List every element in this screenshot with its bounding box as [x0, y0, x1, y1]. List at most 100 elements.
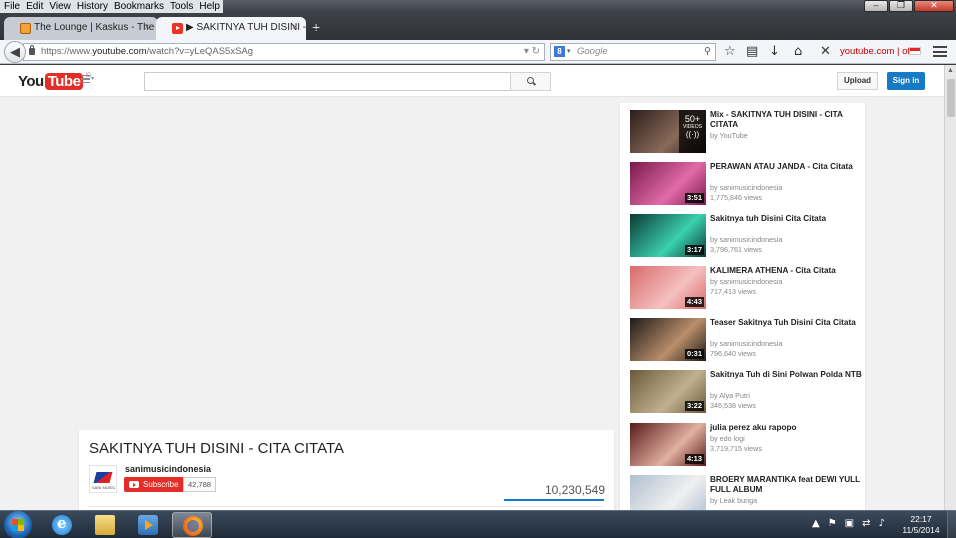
related-video-views: 1,775,846 views — [710, 193, 762, 202]
back-button[interactable]: ◀ — [4, 41, 26, 63]
menu-bar: File Edit View History Bookmarks Tools H… — [0, 0, 223, 13]
subscribe-button[interactable]: Subscribe — [124, 477, 185, 492]
related-video-channel: by edo logi — [710, 434, 745, 443]
related-video-title[interactable]: Teaser Sakitnya Tuh Disini Cita Citata — [710, 318, 862, 328]
start-button[interactable] — [4, 511, 32, 538]
related-video-item[interactable]: 3:51 PERAWAN ATAU JANDA - Cita Citata by s… — [630, 162, 860, 206]
sani-music-logo-icon — [93, 472, 113, 483]
kaskus-favicon-icon — [20, 23, 31, 34]
video-thumbnail[interactable]: 3:51 — [630, 162, 706, 205]
downloads-icon[interactable]: ↓ — [769, 44, 780, 60]
tray-expand-icon[interactable]: ▲ — [812, 518, 820, 529]
tab-close-icon[interactable]: × — [292, 22, 298, 33]
youtube-search-button[interactable] — [510, 72, 551, 91]
search-icon[interactable]: ⚲ — [704, 44, 711, 60]
video-thumbnail[interactable]: 50+ VIDEOS ((·)) — [630, 110, 706, 153]
system-clock[interactable]: 22:17 11/5/2014 — [900, 514, 942, 536]
taskbar-media-player[interactable] — [128, 512, 168, 538]
related-video-title[interactable]: BROERY MARANTIKA feat DEWI YULL FULL ALB… — [710, 475, 862, 495]
guide-menu-icon[interactable] — [81, 75, 90, 83]
minimize-button[interactable]: ‒ — [864, 0, 888, 12]
reload-icon[interactable]: ▾ ↻ — [524, 44, 540, 60]
action-center-flag-icon[interactable]: ⚑ — [828, 518, 837, 529]
video-thumbnail[interactable]: 4:13 — [630, 423, 706, 466]
scroll-up-icon[interactable]: ▲ — [947, 67, 954, 74]
usb-device-icon[interactable]: ▣ — [845, 518, 854, 529]
close-window-button[interactable]: ✕ — [914, 0, 954, 12]
menu-help[interactable]: Help — [196, 0, 223, 13]
mix-overlay: 50+ VIDEOS ((·)) — [679, 110, 706, 153]
menu-file[interactable]: File — [0, 0, 24, 13]
related-video-channel: by Leak bunga — [710, 496, 758, 505]
search-bar[interactable]: 8 ▾ Google ⚲ — [550, 43, 716, 61]
video-duration: 4:13 — [684, 454, 704, 464]
channel-avatar[interactable]: SANI MUSIC — [89, 465, 117, 493]
extension-label[interactable]: youtube.com | off — [840, 46, 913, 57]
taskbar-firefox[interactable] — [172, 512, 212, 538]
menu-view[interactable]: View — [46, 0, 74, 13]
video-duration: 3:51 — [684, 193, 704, 203]
maximize-button[interactable]: ❐ — [889, 0, 913, 12]
internet-explorer-icon — [52, 514, 72, 535]
windows-taskbar: ▲ ⚑ ▣ ⇄ ♪ 22:17 11/5/2014 — [0, 510, 956, 538]
related-video-channel: by sanimusicindonesia — [710, 339, 783, 348]
system-tray: ▲ ⚑ ▣ ⇄ ♪ — [812, 518, 885, 529]
related-video-item[interactable]: 4:43 KALIMERA ATHENA - Cita Citata by sani… — [630, 266, 860, 310]
tab-strip: The Lounge | Kaskus - The ... × ▶ SAKITN… — [0, 13, 956, 40]
divider — [89, 506, 604, 507]
guide-caret-icon[interactable]: ▾ — [91, 75, 94, 82]
related-video-item[interactable]: 0:31 Teaser Sakitnya Tuh Disini Cita Cita… — [630, 318, 860, 362]
page-scrollbar[interactable]: ▲ — [944, 65, 956, 510]
related-video-item[interactable]: 3:22 Sakitnya Tuh di Sini Polwan Polda NT… — [630, 370, 862, 414]
related-video-item[interactable]: 4:13 julia perez aku rapopo by edo logi 3,7… — [630, 423, 860, 467]
menu-tools[interactable]: Tools — [167, 0, 197, 13]
menu-bookmarks[interactable]: Bookmarks — [110, 0, 167, 13]
related-video-channel: by sanimusicindonesia — [710, 183, 783, 192]
tab-kaskus[interactable]: The Lounge | Kaskus - The ... × — [4, 17, 165, 40]
menu-edit[interactable]: Edit — [23, 0, 47, 13]
related-video-title[interactable]: julia perez aku rapopo — [710, 423, 862, 433]
show-desktop-button[interactable] — [947, 511, 956, 538]
video-thumbnail[interactable]: 3:17 — [630, 214, 706, 257]
related-video-item[interactable]: 3:17 Sakitnya tuh Disini Cita Citata by sa… — [630, 214, 860, 258]
related-video-title[interactable]: KALIMERA ATHENA - Cita Citata — [710, 266, 862, 276]
home-icon[interactable]: ⌂ — [794, 44, 802, 60]
related-video-item[interactable]: BROERY MARANTIKA feat DEWI YULL FULL ALB… — [630, 475, 860, 510]
video-thumbnail[interactable]: 3:22 — [630, 370, 706, 413]
bookmarks-list-icon[interactable]: ▤ — [746, 44, 758, 60]
related-video-channel: by Alya Putri — [710, 391, 750, 400]
url-prefix: https://www. — [41, 46, 93, 57]
menu-history[interactable]: History — [73, 0, 111, 13]
volume-icon[interactable]: ♪ — [879, 518, 885, 529]
video-title: SAKITNYA TUH DISINI - CITA CITATA — [89, 440, 345, 457]
network-icon[interactable]: ⇄ — [862, 518, 870, 529]
related-video-title[interactable]: Sakitnya Tuh di Sini Polwan Polda NTB — [710, 370, 862, 380]
video-thumbnail[interactable] — [630, 475, 706, 510]
related-video-title[interactable]: Sakitnya tuh Disini Cita Citata — [710, 214, 862, 224]
channel-name[interactable]: sanimusicindonesia — [125, 464, 211, 474]
extension-x-icon[interactable]: ✕ — [820, 44, 831, 60]
google-engine-icon[interactable]: 8 — [554, 46, 565, 57]
engine-dropdown-icon[interactable]: ▾ — [567, 44, 571, 60]
signin-button[interactable]: Sign in — [887, 72, 925, 90]
bookmark-star-icon[interactable]: ☆ — [724, 44, 736, 60]
related-video-title[interactable]: Mix - SAKITNYA TUH DISINI - CITA CITATA — [710, 110, 862, 130]
scrollbar-thumb[interactable] — [947, 79, 955, 117]
url-domain: youtube.com — [92, 46, 147, 57]
address-bar[interactable]: https://www.youtube.com/watch?v=yLeQAS5x… — [23, 43, 545, 61]
tab-close-icon[interactable]: × — [144, 22, 150, 33]
logo-you: You — [18, 73, 44, 90]
related-video-item[interactable]: 50+ VIDEOS ((·)) Mix - SAKITNYA TUH DISINI … — [630, 110, 860, 154]
related-video-title[interactable]: PERAWAN ATAU JANDA - Cita Citata — [710, 162, 862, 172]
youtube-search-input[interactable] — [144, 72, 511, 91]
tab-youtube[interactable]: ▶ SAKITNYA TUH DISINI - ... × — [156, 17, 317, 40]
upload-button[interactable]: Upload — [837, 72, 878, 90]
mix-radio-icon: ((·)) — [685, 130, 700, 139]
video-thumbnail[interactable]: 4:43 — [630, 266, 706, 309]
video-thumbnail[interactable]: 0:31 — [630, 318, 706, 361]
menu-hamburger-icon[interactable] — [933, 46, 947, 57]
taskbar-file-explorer[interactable] — [85, 512, 125, 538]
logo-tube: Tube — [44, 73, 84, 90]
windows-logo-icon — [12, 519, 24, 531]
taskbar-internet-explorer[interactable] — [42, 512, 82, 538]
